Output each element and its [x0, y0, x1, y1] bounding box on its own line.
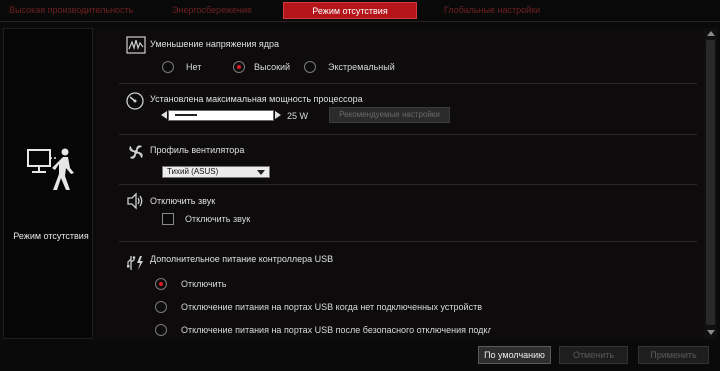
- cpu-power-title: Установлена максимальная мощность процес…: [150, 94, 363, 104]
- recommended-settings-button[interactable]: Рекомендуемые настройки: [329, 107, 450, 123]
- voltage-option-extreme[interactable]: [304, 61, 316, 73]
- mode-summary-pane: Режим отсутствия: [3, 28, 93, 339]
- default-button[interactable]: По умолчанию: [478, 346, 551, 364]
- scroll-up-icon[interactable]: [707, 31, 715, 36]
- divider: [119, 83, 697, 84]
- away-mode-icon: [27, 148, 74, 190]
- voltage-option-none[interactable]: [162, 61, 174, 73]
- scroll-down-icon[interactable]: [707, 330, 715, 335]
- chevron-down-icon: [257, 170, 265, 175]
- scroll-thumb[interactable]: [706, 40, 715, 325]
- voltage-title: Уменьшение напряжения ядра: [150, 39, 280, 49]
- divider: [119, 134, 697, 135]
- fan-profile-selected: Тихий (ASUS): [167, 167, 219, 176]
- fan-icon: [129, 145, 143, 159]
- voltage-option-high[interactable]: [233, 61, 245, 73]
- apply-button[interactable]: Применить: [638, 346, 709, 364]
- usb-power-title: Дополнительное питание контроллера USB: [150, 254, 334, 264]
- tab-high-performance[interactable]: Высокая производительность: [9, 2, 133, 19]
- settings-panel: Уменьшение напряжения ядра Нет Высокий Э…: [97, 28, 704, 339]
- vertical-scrollbar[interactable]: [704, 28, 717, 339]
- usb-option-disable-label: Отключить: [181, 279, 227, 289]
- mute-checkbox-label: Отключить звук: [185, 214, 251, 224]
- voltage-chart-icon: [126, 36, 146, 54]
- tab-power-saving[interactable]: Энергосбережение: [172, 2, 252, 19]
- fan-profile-title: Профиль вентилятора: [150, 145, 245, 155]
- voltage-option-none-label: Нет: [186, 62, 202, 72]
- voltage-option-extreme-label: Экстремальный: [328, 62, 395, 72]
- mute-title: Отключить звук: [150, 196, 216, 206]
- divider: [119, 241, 697, 242]
- mute-checkbox[interactable]: [162, 213, 174, 225]
- slider-fill: [175, 114, 197, 116]
- slider-increase-arrow[interactable]: [275, 111, 281, 119]
- usb-option-safe-removal-label: Отключение питания на портах USB после б…: [181, 325, 491, 335]
- usb-icon: [127, 256, 143, 270]
- cpu-power-value: 25 W: [287, 111, 309, 121]
- mode-label: Режим отсутствия: [13, 231, 89, 241]
- tab-away-mode[interactable]: Режим отсутствия: [283, 2, 417, 19]
- usb-option-safe-removal[interactable]: [155, 324, 167, 336]
- speaker-icon: [127, 192, 143, 210]
- tab-global-settings[interactable]: Глобальные настройки: [444, 2, 540, 19]
- cancel-button[interactable]: Отменить: [559, 346, 628, 364]
- gauge-icon: [126, 92, 144, 110]
- slider-decrease-arrow[interactable]: [161, 111, 167, 119]
- usb-option-no-devices-label: Отключение питания на портах USB когда н…: [181, 302, 482, 312]
- action-bar: По умолчанию Отменить Применить: [0, 340, 720, 371]
- fan-profile-dropdown[interactable]: Тихий (ASUS): [162, 166, 270, 178]
- usb-option-disable[interactable]: [155, 278, 167, 290]
- voltage-option-high-label: Высокий: [254, 62, 291, 72]
- divider: [119, 184, 697, 185]
- mode-tabs: Высокая производительность Энергосбереже…: [0, 0, 720, 22]
- usb-option-no-devices[interactable]: [155, 301, 167, 313]
